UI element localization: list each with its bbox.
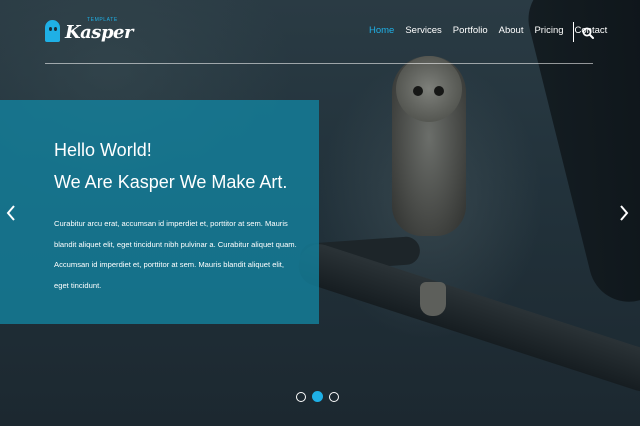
hero-heading-line1: Hello World! bbox=[54, 140, 152, 160]
nav-item-home[interactable]: Home bbox=[369, 24, 394, 38]
owl-eye bbox=[434, 86, 444, 96]
logo-wordmark: Kasper bbox=[65, 22, 133, 43]
tree-trunk bbox=[520, 0, 640, 311]
slider-dot-active[interactable] bbox=[312, 391, 323, 402]
chevron-left-icon bbox=[6, 205, 15, 221]
hero-body-text: Curabitur arcu erat, accumsan id imperdi… bbox=[54, 219, 297, 290]
slider-dot[interactable] bbox=[329, 392, 339, 402]
nav-divider bbox=[573, 22, 574, 42]
owl-eye bbox=[413, 86, 423, 96]
nav-item-services[interactable]: Services bbox=[405, 24, 441, 38]
slider-next-button[interactable] bbox=[617, 203, 631, 223]
search-button[interactable] bbox=[582, 24, 594, 39]
header-divider bbox=[45, 63, 593, 64]
owl-head bbox=[396, 56, 462, 122]
logo-text: TEMPLATE Kasper bbox=[65, 17, 133, 45]
hero-heading-line2: We Are Kasper We Make Art. bbox=[54, 172, 288, 192]
slider-dot[interactable] bbox=[296, 392, 306, 402]
site-logo[interactable]: TEMPLATE Kasper bbox=[45, 16, 133, 46]
chevron-right-icon bbox=[620, 205, 629, 221]
nav-item-about[interactable]: About bbox=[499, 24, 524, 38]
owl-tail bbox=[420, 282, 446, 316]
ghost-icon bbox=[45, 20, 60, 42]
slider-prev-button[interactable] bbox=[4, 203, 18, 223]
main-nav: Home Services Portfolio About Pricing Co… bbox=[369, 24, 618, 38]
search-icon bbox=[582, 27, 594, 39]
nav-item-pricing[interactable]: Pricing bbox=[534, 24, 563, 38]
nav-item-portfolio[interactable]: Portfolio bbox=[453, 24, 488, 38]
slider-dots bbox=[296, 391, 345, 402]
